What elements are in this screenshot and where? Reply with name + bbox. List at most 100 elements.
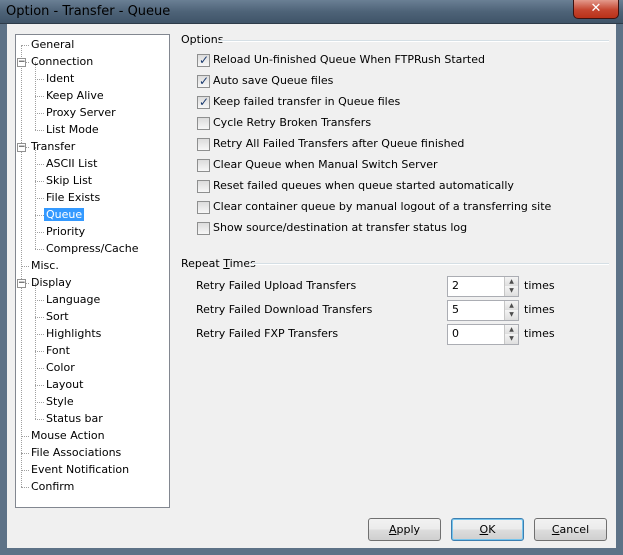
tree-item-compress-cache[interactable]: Compress/Cache [44,241,141,258]
tree-item-language[interactable]: Language [44,292,102,309]
tree-connector [21,487,29,488]
tree-connector [35,130,44,131]
retry-count-spinner[interactable]: 2 ▲ ▼ [447,276,519,297]
tree-connector [35,249,44,250]
retry-unit-label: times [524,279,555,292]
tree-item-general[interactable]: General [29,37,76,54]
tree-item-file-associations[interactable]: File Associations [29,445,123,462]
retry-field-label: Retry Failed Upload Transfers [196,279,357,292]
tree-item-color[interactable]: Color [44,360,77,377]
dialog-client: General Connection Ident Keep Alive Proxy Se… [7,24,616,548]
tree-connector [35,181,44,182]
tree-item-proxy-server[interactable]: Proxy Server [44,105,118,122]
tree-item-sort[interactable]: Sort [44,309,71,326]
spinner-down-icon[interactable]: ▼ [504,286,518,296]
tree-connector [35,147,36,249]
retry-count-spinner[interactable]: 5 ▲ ▼ [447,300,519,321]
title-bar: Option - Transfer - Queue ✕ [0,0,623,24]
tree-item-font[interactable]: Font [44,343,72,360]
retry-unit-label: times [524,303,555,316]
window-title: Option - Transfer - Queue [6,4,171,19]
tree-connector [35,385,44,386]
checkbox-unchecked[interactable] [197,117,210,130]
checkbox-unchecked[interactable] [197,201,210,214]
tree-connector [21,453,29,454]
tree-connector [35,351,44,352]
collapse-icon[interactable]: − [17,143,26,152]
tree-item-priority[interactable]: Priority [44,224,87,241]
window-frame-bottom [0,548,623,555]
close-button[interactable]: ✕ [573,0,619,19]
tree-connector [35,232,44,233]
options-separator [219,40,609,42]
collapse-icon[interactable]: − [17,279,26,288]
tree-item-event-notification[interactable]: Event Notification [29,462,131,479]
option-label: Clear Queue when Manual Switch Server [213,158,438,171]
spinner-down-icon[interactable]: ▼ [504,334,518,344]
retry-count-value[interactable]: 0 [452,327,459,340]
ok-button[interactable]: OK [451,518,524,541]
tree-item-ascii-list[interactable]: ASCII List [44,156,99,173]
window-frame-right [616,24,623,555]
tree-connector [35,215,44,216]
tree-item-highlights[interactable]: Highlights [44,326,103,343]
options-tree[interactable]: General Connection Ident Keep Alive Proxy Se… [15,34,170,508]
checkbox-unchecked[interactable] [197,222,210,235]
collapse-icon[interactable]: − [17,58,26,67]
tree-item-mouse-action[interactable]: Mouse Action [29,428,107,445]
tree-connector [35,419,44,420]
tree-connector [35,368,44,369]
cancel-button[interactable]: Cancel [534,518,607,541]
retry-field-label: Retry Failed Download Transfers [196,303,373,316]
tree-item-list-mode[interactable]: List Mode [44,122,101,139]
option-label: Show source/destination at transfer stat… [213,221,468,234]
checkbox-checked[interactable] [197,94,210,110]
retry-unit-label: times [524,327,555,340]
tree-connector [35,317,44,318]
option-label: Auto save Queue files [213,74,334,87]
option-label: Clear container queue by manual logout o… [213,200,552,213]
tree-item-misc[interactable]: Misc. [29,258,61,275]
tree-connector [35,198,44,199]
tree-connector [21,470,29,471]
apply-button[interactable]: Apply [368,518,441,541]
tree-item-confirm[interactable]: Confirm [29,479,76,496]
window-frame-left [0,24,7,555]
retry-count-spinner[interactable]: 0 ▲ ▼ [447,324,519,345]
spinner-down-icon[interactable]: ▼ [504,310,518,320]
repeat-times-title: Repeat Times [181,257,256,270]
tree-connector [35,164,44,165]
checkbox-checked[interactable] [197,52,210,68]
tree-connector [35,300,44,301]
tree-connector [35,96,44,97]
tree-connector [35,79,44,80]
option-label: Retry All Failed Transfers after Queue f… [213,137,465,150]
repeat-times-separator [249,263,609,265]
tree-item-layout[interactable]: Layout [44,377,85,394]
options-section-title: Options [181,33,224,46]
checkbox-unchecked[interactable] [197,159,210,172]
option-label: Reload Un-finished Queue When FTPRush St… [213,53,485,66]
tree-connector [21,45,22,487]
checkbox-unchecked[interactable] [197,138,210,151]
tree-connector [21,266,29,267]
checkbox-unchecked[interactable] [197,180,210,193]
tree-connector [35,283,36,419]
tree-item-queue[interactable]: Queue [44,207,85,224]
checkbox-checked[interactable] [197,73,210,89]
option-label: Reset failed queues when queue started a… [213,179,514,192]
retry-field-label: Retry Failed FXP Transfers [196,327,339,340]
tree-item-style[interactable]: Style [44,394,76,411]
tree-item-skip-list[interactable]: Skip List [44,173,94,190]
tree-connector [35,62,36,130]
tree-item-connection[interactable]: Connection [29,54,95,71]
tree-connector [21,45,29,46]
retry-count-value[interactable]: 2 [452,279,459,292]
tree-item-status-bar[interactable]: Status bar [44,411,105,428]
tree-connector [21,436,29,437]
retry-count-value[interactable]: 5 [452,303,459,316]
tree-item-file-exists[interactable]: File Exists [44,190,102,207]
tree-item-transfer[interactable]: Transfer [29,139,77,156]
tree-item-keep-alive[interactable]: Keep Alive [44,88,106,105]
tree-item-ident[interactable]: Ident [44,71,76,88]
